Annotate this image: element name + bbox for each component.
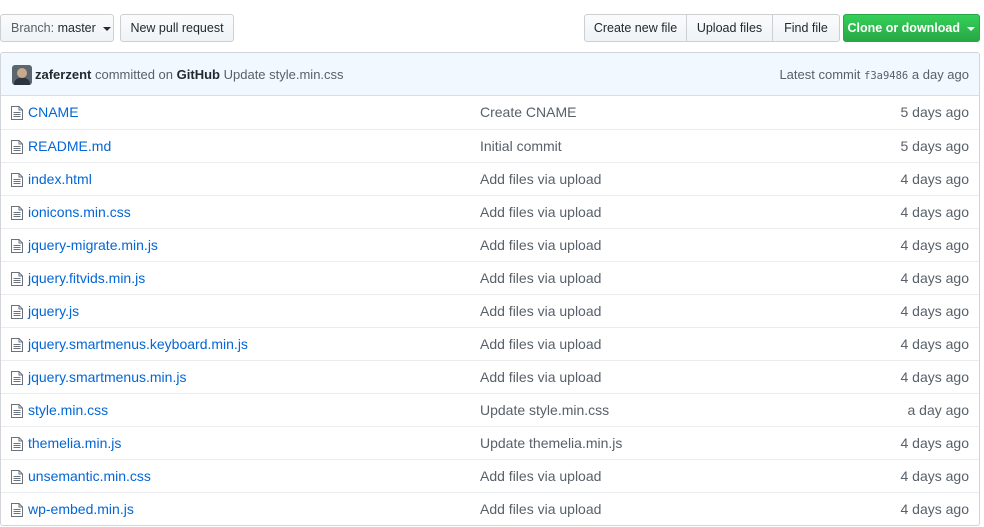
avatar[interactable]: [12, 65, 32, 85]
create-new-file-button[interactable]: Create new file: [584, 14, 687, 42]
branch-select-button[interactable]: Branch: master: [0, 14, 114, 42]
branch-value: master: [57, 21, 96, 35]
file-commit-message-link[interactable]: Add files via upload: [480, 369, 601, 385]
table-row: jquery.fitvids.min.js Add files via uploa…: [1, 261, 979, 294]
file-listing: zaferzent committed on GitHub Update sty…: [0, 52, 980, 526]
file-age: 5 days ago: [900, 104, 970, 120]
file-age: 4 days ago: [900, 369, 970, 385]
file-icon: [11, 503, 23, 517]
table-row: CNAME Create CNAME 5 days ago: [1, 96, 979, 129]
file-commit-message-link[interactable]: Add files via upload: [480, 204, 601, 220]
file-name-link[interactable]: wp-embed.min.js: [28, 501, 134, 517]
avatar-body: [14, 78, 30, 85]
file-icon: [11, 239, 23, 253]
file-commit-message-link[interactable]: Create CNAME: [480, 104, 576, 120]
avatar-face: [17, 68, 27, 78]
file-icon: [11, 272, 23, 286]
file-icon: [11, 106, 23, 120]
commit-sha-link[interactable]: f3a9486: [864, 70, 908, 82]
file-commit-message-link[interactable]: Add files via upload: [480, 336, 601, 352]
commit-platform: GitHub: [176, 67, 220, 82]
caret-down-icon: [967, 26, 976, 31]
commit-message-link[interactable]: Update style.min.css: [224, 67, 344, 82]
file-age: 4 days ago: [900, 204, 970, 220]
table-row: index.html Add files via upload 4 days ago: [1, 162, 979, 195]
file-age: 4 days ago: [900, 303, 970, 319]
file-icon: [11, 470, 23, 484]
file-navigation-toolbar: Branch: master New pull request Create n…: [0, 14, 984, 42]
file-commit-message-link[interactable]: Add files via upload: [480, 237, 601, 253]
file-icon: [11, 338, 23, 352]
file-icon: [11, 404, 23, 418]
file-age: 4 days ago: [900, 336, 970, 352]
file-name-link[interactable]: README.md: [28, 138, 111, 154]
file-commit-message-link[interactable]: Add files via upload: [480, 270, 601, 286]
table-row: jquery-migrate.min.js Add files via uploa…: [1, 228, 979, 261]
table-row: unsemantic.min.css Add files via upload 4 …: [1, 459, 979, 492]
file-icon: [11, 437, 23, 451]
file-name-link[interactable]: jquery.smartmenus.keyboard.min.js: [28, 336, 248, 352]
file-commit-message-link[interactable]: Update style.min.css: [480, 402, 609, 418]
file-icon: [11, 206, 23, 220]
file-actions-group: Create new file Upload files Find file: [584, 14, 840, 42]
file-name-link[interactable]: unsemantic.min.css: [28, 468, 151, 484]
new-pull-request-button[interactable]: New pull request: [120, 14, 234, 42]
clone-or-download-button[interactable]: Clone or download: [843, 14, 980, 42]
table-row: style.min.css Update style.min.css a day a…: [1, 393, 979, 426]
file-icon: [11, 371, 23, 385]
file-age: 4 days ago: [900, 501, 970, 517]
file-commit-message-link[interactable]: Initial commit: [480, 138, 562, 154]
caret-down-icon: [103, 26, 112, 31]
file-name-link[interactable]: jquery-migrate.min.js: [28, 237, 158, 253]
file-name-link[interactable]: CNAME: [28, 104, 79, 120]
file-age: 5 days ago: [900, 138, 970, 154]
file-name-link[interactable]: style.min.css: [28, 402, 108, 418]
file-name-link[interactable]: jquery.fitvids.min.js: [28, 270, 145, 286]
table-row: jquery.smartmenus.keyboard.min.js Add fil…: [1, 327, 979, 360]
table-row: themelia.min.js Update themelia.min.js 4 d…: [1, 426, 979, 459]
branch-label: Branch:: [11, 21, 55, 35]
find-file-button[interactable]: Find file: [773, 14, 840, 42]
latest-commit-label: Latest commit: [779, 67, 861, 82]
clone-or-download-label: Clone or download: [847, 21, 961, 35]
file-age: 4 days ago: [900, 270, 970, 286]
table-row: jquery.smartmenus.min.js Add files via up…: [1, 360, 979, 393]
file-age: 4 days ago: [900, 435, 970, 451]
file-icon: [11, 173, 23, 187]
latest-commit-age: a day ago: [911, 67, 969, 82]
file-icon: [11, 305, 23, 319]
commit-author-link[interactable]: zaferzent: [35, 67, 91, 82]
file-name-link[interactable]: index.html: [28, 171, 92, 187]
file-age: a day ago: [907, 402, 970, 418]
file-commit-message-link[interactable]: Add files via upload: [480, 501, 601, 517]
file-name-link[interactable]: ionicons.min.css: [28, 204, 131, 220]
table-row: ionicons.min.css Add files via upload 4 da…: [1, 195, 979, 228]
table-row: wp-embed.min.js Add files via upload 4 day…: [1, 492, 979, 525]
latest-commit-bar: zaferzent committed on GitHub Update sty…: [1, 53, 979, 96]
file-name-link[interactable]: jquery.js: [28, 303, 79, 319]
file-name-link[interactable]: themelia.min.js: [28, 435, 121, 451]
file-age: 4 days ago: [900, 237, 970, 253]
file-icon: [11, 140, 23, 154]
latest-commit-info: Latest commit f3a9486 a day ago: [779, 67, 969, 82]
commit-committed-on: committed on: [94, 67, 174, 82]
commit-summary: zaferzent committed on GitHub Update sty…: [35, 67, 344, 82]
file-commit-message-link[interactable]: Add files via upload: [480, 303, 601, 319]
file-name-link[interactable]: jquery.smartmenus.min.js: [28, 369, 186, 385]
table-row: README.md Initial commit 5 days ago: [1, 129, 979, 162]
file-rows: CNAME Create CNAME 5 days ago README.md Init…: [1, 96, 979, 525]
file-age: 4 days ago: [900, 468, 970, 484]
file-commit-message-link[interactable]: Update themelia.min.js: [480, 435, 622, 451]
upload-files-button[interactable]: Upload files: [687, 14, 773, 42]
file-age: 4 days ago: [900, 171, 970, 187]
table-row: jquery.js Add files via upload 4 days ago: [1, 294, 979, 327]
file-commit-message-link[interactable]: Add files via upload: [480, 171, 601, 187]
file-commit-message-link[interactable]: Add files via upload: [480, 468, 601, 484]
